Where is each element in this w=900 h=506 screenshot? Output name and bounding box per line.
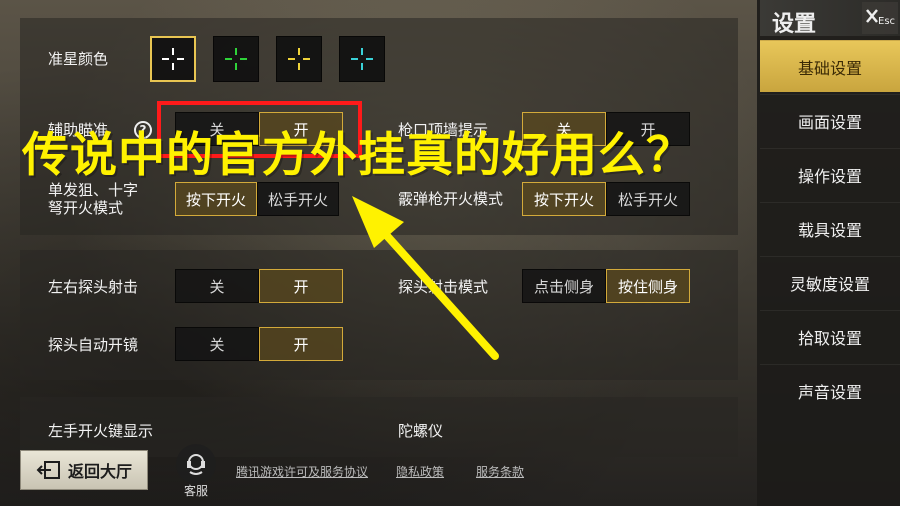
arrow-icon <box>352 196 499 360</box>
overlay-caption: 传说中的官方外挂真的好用么？ <box>22 128 694 183</box>
